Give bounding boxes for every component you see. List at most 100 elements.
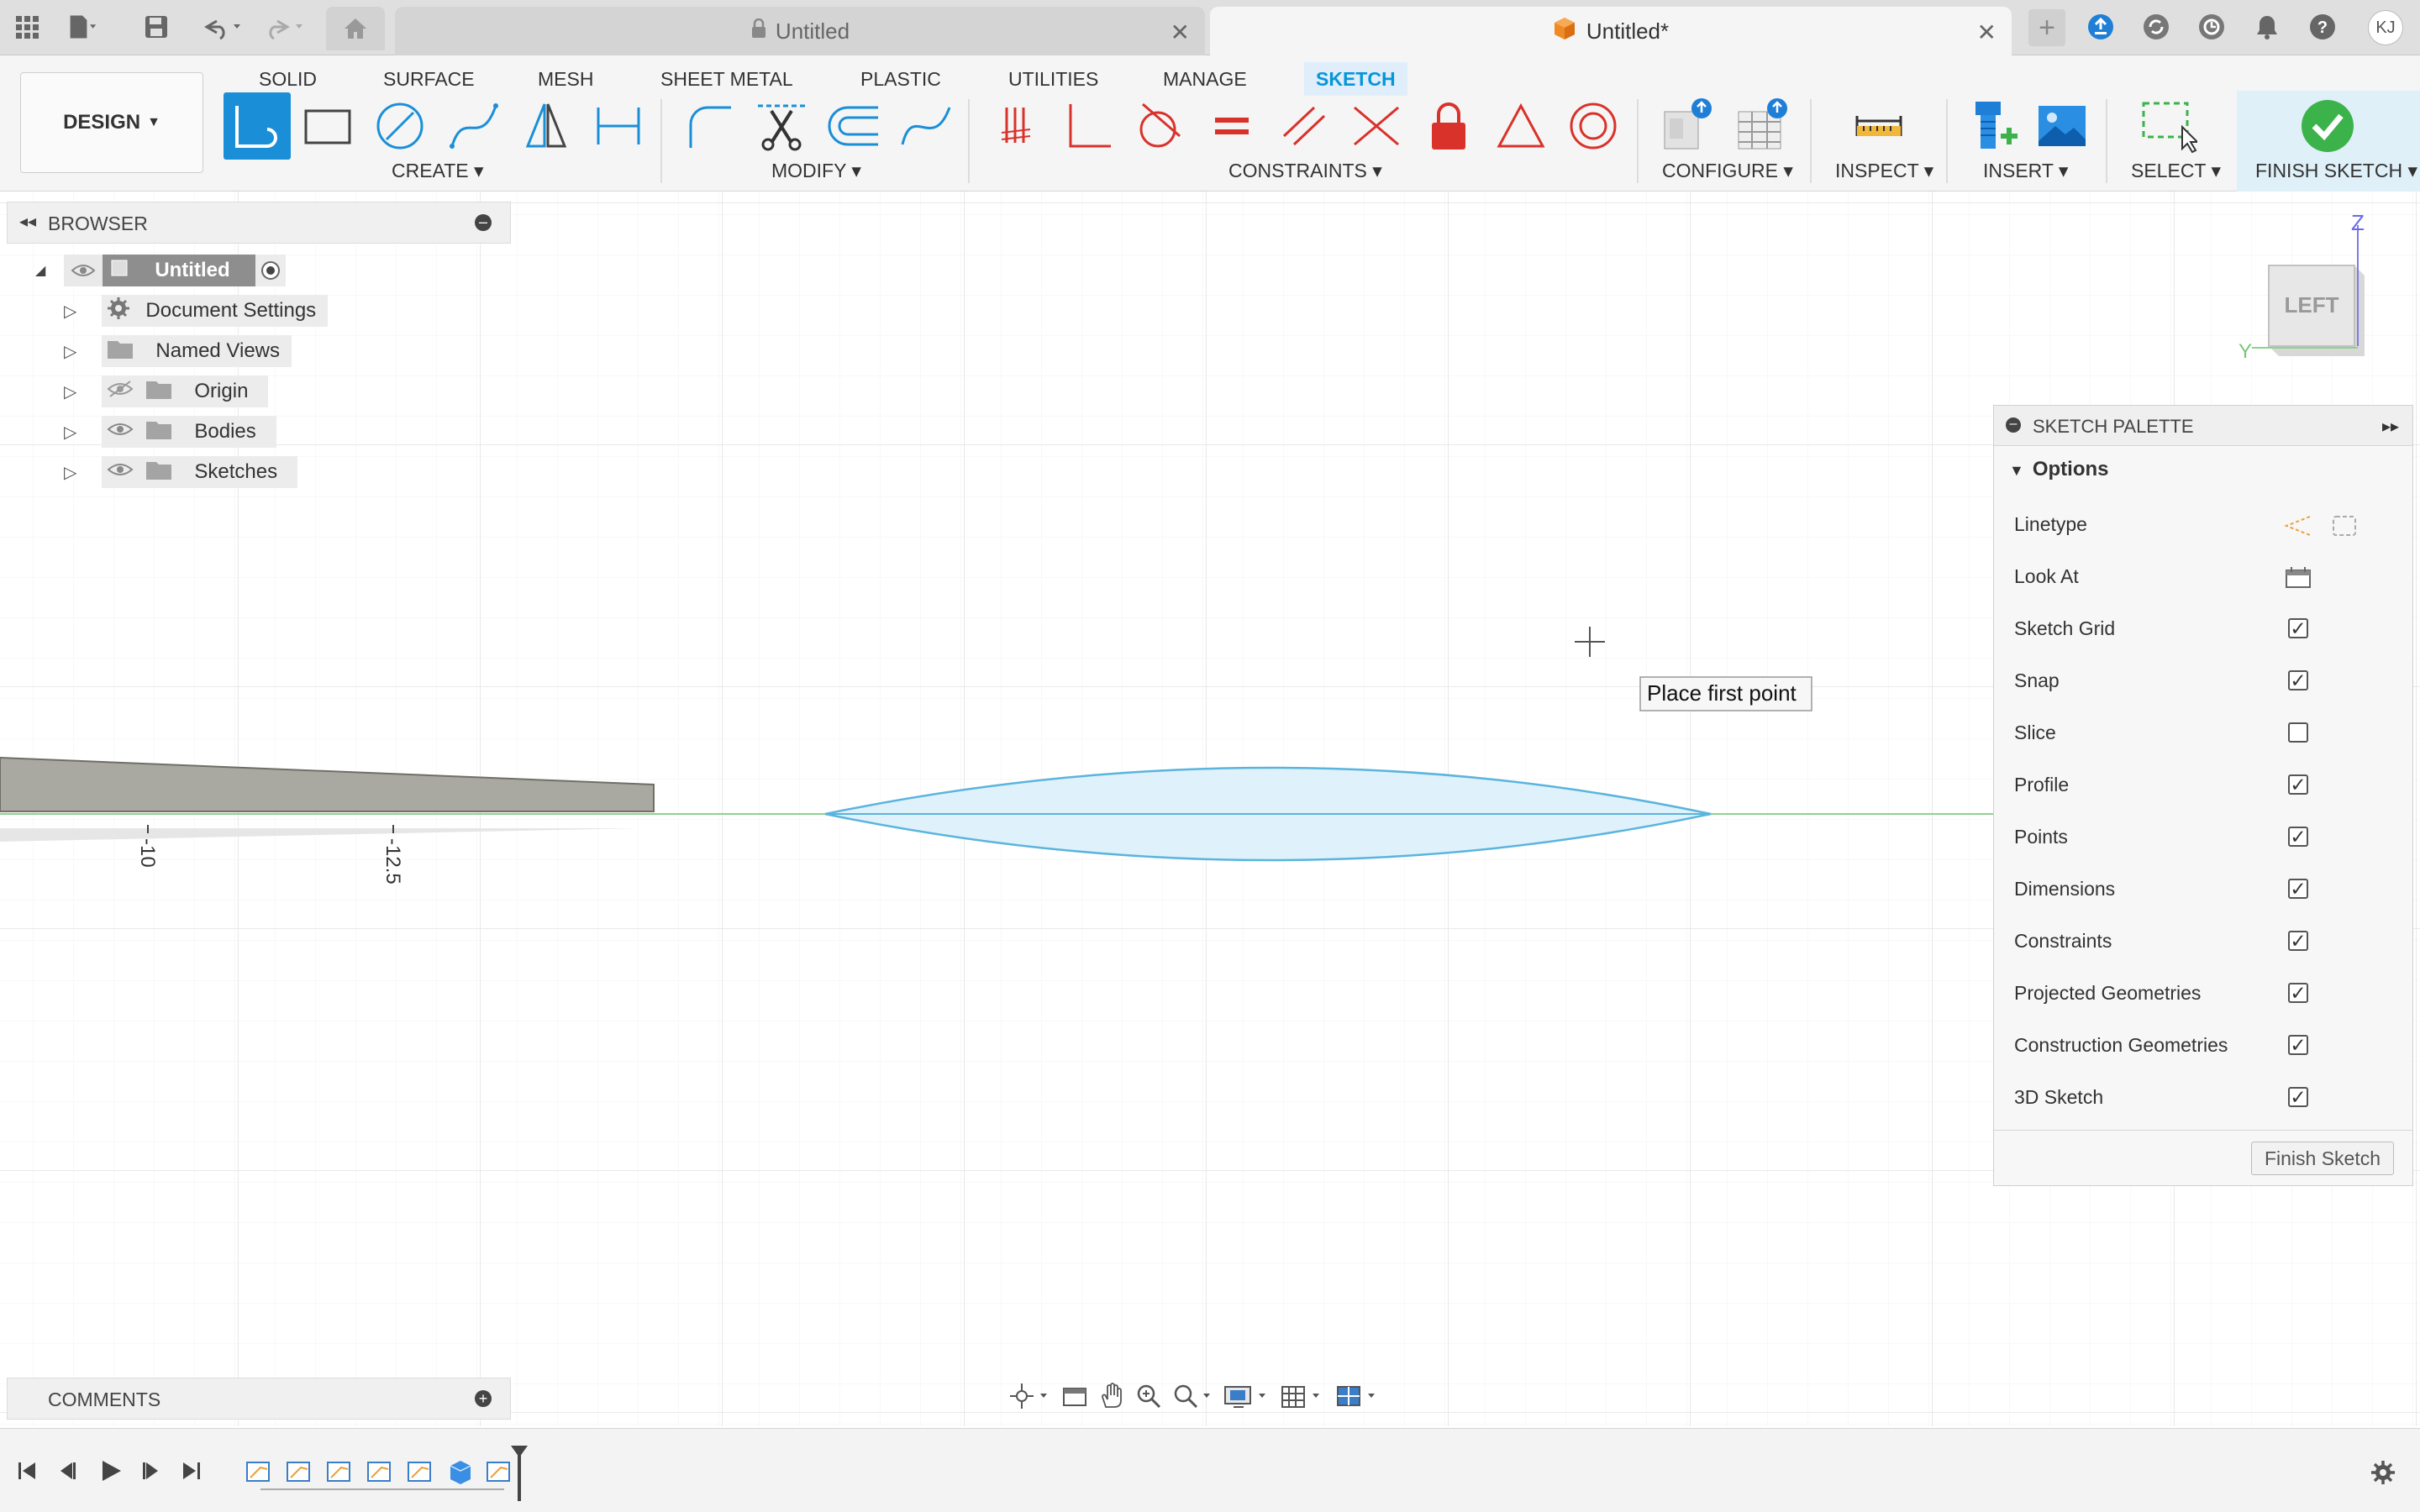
timeline-sketch-icon[interactable] [287,1462,310,1482]
equal-constraint-icon[interactable] [1198,92,1265,160]
notifications-bell-icon[interactable] [2252,12,2282,42]
step-forward-icon[interactable] [139,1459,163,1487]
configure-parameters-icon[interactable] [1655,92,1723,160]
modify-menu[interactable]: MODIFY ▾ [771,160,861,182]
timeline-settings-gear-icon[interactable] [2370,1459,2396,1490]
collapse-triangle-icon[interactable]: ◢ [35,262,45,279]
profile-checkbox[interactable]: ✓ [2288,774,2308,795]
timeline-sketch-icon[interactable] [327,1462,350,1482]
timeline-extrude-icon[interactable] [450,1461,471,1484]
expand-triangle-icon[interactable]: ▷ [64,381,76,402]
insert-image-icon[interactable] [2028,92,2096,160]
select-menu[interactable]: SELECT ▾ [2131,160,2221,182]
look-at-nav-icon[interactable] [1060,1382,1089,1415]
tab-solid[interactable]: SOLID [247,62,329,96]
app-grid-icon[interactable] [12,12,42,42]
timeline-sketch-icon[interactable] [408,1462,431,1482]
constraints-menu[interactable]: CONSTRAINTS ▾ [1228,160,1382,182]
tab-manage[interactable]: MANAGE [1151,62,1259,96]
timeline-sketch-icon[interactable] [246,1462,270,1482]
close-icon[interactable]: ✕ [1171,18,1190,46]
close-icon[interactable]: ✕ [1977,18,1996,46]
concentric-constraint-icon[interactable] [1560,92,1627,160]
configure-menu[interactable]: CONFIGURE ▾ [1662,160,1793,182]
visibility-eye-icon[interactable] [107,420,134,444]
pan-hand-icon[interactable] [1097,1382,1126,1415]
spline-tool-icon[interactable] [440,92,508,160]
insert-menu[interactable]: INSERT ▾ [1983,160,2068,182]
sketch-grid-checkbox[interactable]: ✓ [2288,617,2308,639]
browser-item-document-settings[interactable]: ▷ Document Settings [64,294,329,328]
sketches-node[interactable]: Sketches [102,456,298,488]
projected-geometries-checkbox[interactable]: ✓ [2288,982,2308,1004]
finish-sketch-menu[interactable]: FINISH SKETCH ▾ [2255,160,2417,182]
palette-header[interactable]: – SKETCH PALETTE ▸▸ [1994,406,2412,446]
tab-utilities[interactable]: UTILITIES [997,62,1110,96]
bodies-node[interactable]: Bodies [102,416,276,448]
parallel-constraint-icon[interactable] [1270,92,1338,160]
zoom-icon[interactable] [1134,1382,1163,1415]
line-tool-icon[interactable] [224,92,291,160]
tab-surface[interactable]: SURFACE [371,62,487,96]
visibility-eye-icon[interactable] [107,460,134,485]
coincident-constraint-icon[interactable] [983,92,1050,160]
tab-plastic[interactable]: PLASTIC [849,62,953,96]
go-to-start-icon[interactable] [15,1459,39,1487]
orbit-icon[interactable] [1008,1382,1052,1415]
viewports-icon[interactable] [1334,1382,1381,1415]
save-icon[interactable] [141,12,171,42]
job-status-icon[interactable] [2196,12,2227,42]
activate-radio-icon[interactable] [255,255,286,286]
spline-edit-icon[interactable] [892,92,960,160]
dimensions-checkbox[interactable]: ✓ [2288,878,2308,900]
home-icon[interactable] [326,7,385,50]
measure-icon[interactable] [1845,92,1912,160]
redo-icon[interactable] [260,12,311,42]
construction-geometries-checkbox[interactable]: ✓ [2288,1034,2308,1056]
step-back-icon[interactable] [55,1459,79,1487]
trim-scissors-icon[interactable] [748,92,815,160]
comments-panel-header[interactable]: COMMENTS + [7,1378,511,1420]
file-menu-icon[interactable] [67,12,97,42]
timeline-sketch-icon[interactable] [487,1462,510,1482]
options-section-header[interactable]: ▼ Options [2009,458,2108,481]
mirror-tool-icon[interactable] [513,92,580,160]
browser-root-row[interactable]: ◢ Untitled [35,254,286,287]
display-settings-icon[interactable] [1223,1382,1270,1415]
document-settings-node[interactable]: Document Settings [102,295,329,327]
named-views-node[interactable]: Named Views [102,335,292,367]
play-icon[interactable] [97,1457,124,1488]
browser-panel-header[interactable]: ◂◂ BROWSER – [7,202,511,244]
create-menu[interactable]: CREATE ▾ [392,160,484,182]
3d-sketch-checkbox[interactable]: ✓ [2288,1086,2308,1108]
circle-tool-icon[interactable] [366,92,434,160]
configure-table-icon[interactable] [1729,92,1797,160]
window-select-icon[interactable] [2134,92,2202,160]
browser-item-sketches[interactable]: ▷ Sketches [64,455,298,489]
fillet-tool-icon[interactable] [676,92,743,160]
design-workspace-button[interactable]: DESIGN ▼ [20,72,203,173]
add-comment-icon[interactable]: + [475,1390,492,1407]
collapse-panel-icon[interactable]: ◂◂ [19,211,36,232]
slice-checkbox[interactable] [2288,722,2308,743]
tab-mesh[interactable]: MESH [526,62,605,96]
perpendicular-constraint-icon[interactable] [1054,92,1121,160]
sync-icon[interactable] [2141,12,2171,42]
insert-mcmaster-icon[interactable] [1958,92,2025,160]
expand-triangle-icon[interactable]: ▷ [64,422,76,443]
triangle-constraint-icon[interactable] [1487,92,1555,160]
expand-panel-icon[interactable]: ▸▸ [2382,416,2399,437]
timeline-sketch-icon[interactable] [367,1462,391,1482]
tab-untitled-active[interactable]: Untitled* ✕ [1210,7,2012,55]
dimension-tool-icon[interactable] [585,92,652,160]
look-at-icon[interactable] [2285,565,2312,594]
minimize-icon[interactable]: – [475,214,492,231]
grid-settings-icon[interactable] [1279,1382,1326,1415]
tab-sketch[interactable]: SKETCH [1304,62,1407,96]
collinear-constraint-icon[interactable] [1343,92,1410,160]
new-tab-icon[interactable]: + [2028,9,2065,46]
root-component[interactable]: Untitled [103,255,255,286]
inspect-menu[interactable]: INSPECT ▾ [1835,160,1933,182]
expand-triangle-icon[interactable]: ▷ [64,301,76,322]
offset-tool-icon[interactable] [820,92,887,160]
